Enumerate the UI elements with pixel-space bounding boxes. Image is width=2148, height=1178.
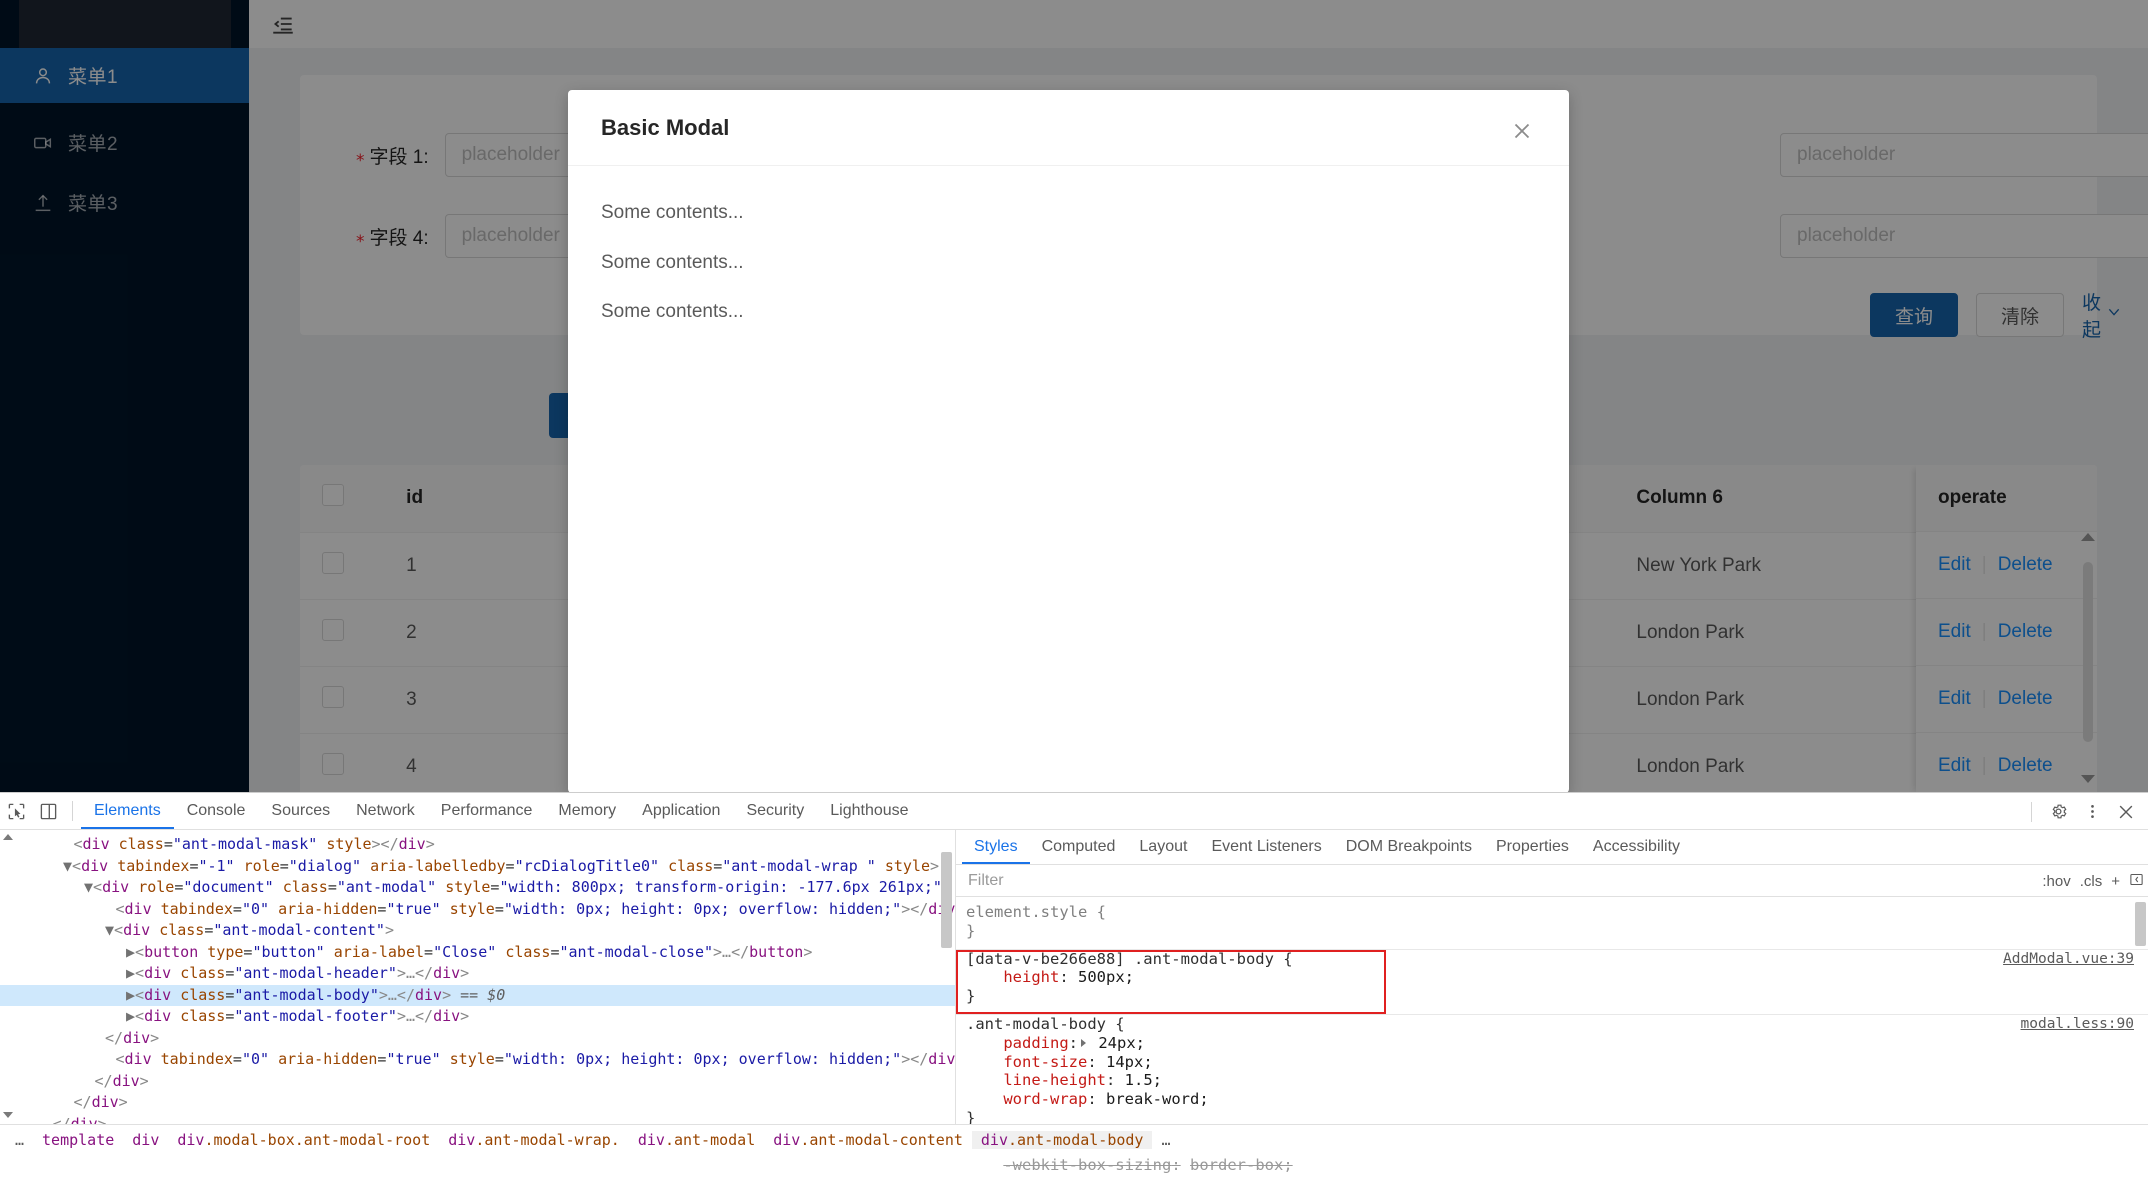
css-declaration[interactable]: -webkit-box-sizing: border-box; bbox=[966, 1156, 2148, 1175]
modal-body-line: Some contents... bbox=[601, 202, 744, 223]
close-icon[interactable] bbox=[2110, 797, 2142, 827]
dom-tree-line[interactable]: ▶<div class="ant-modal-header">…</div> bbox=[0, 963, 955, 985]
tab-elements[interactable]: Elements bbox=[81, 793, 174, 829]
tab-accessibility[interactable]: Accessibility bbox=[1581, 830, 1692, 864]
tab-sources[interactable]: Sources bbox=[258, 793, 343, 829]
css-rule[interactable]: modal.less:90 .ant-modal-body { padding: … bbox=[966, 1015, 2148, 1132]
styles-scrollbar[interactable] bbox=[2134, 900, 2147, 1127]
css-rule[interactable]: AddModal.vue:39 [data-v-be266e88] .ant-mo… bbox=[956, 949, 2148, 1014]
css-declaration[interactable]: height: 500px; bbox=[966, 968, 2148, 987]
elements-scroll-down-arrow[interactable] bbox=[3, 1112, 13, 1118]
more-vertical-icon[interactable] bbox=[2076, 797, 2108, 827]
dom-tree-line[interactable]: ▶<div class="ant-modal-footer">…</div> bbox=[0, 1006, 955, 1028]
device-toolbar-icon[interactable] bbox=[32, 796, 64, 826]
modal-header: Basic Modal bbox=[568, 90, 1569, 166]
new-style-rule-button[interactable]: + bbox=[2111, 873, 2120, 890]
tab-styles[interactable]: Styles bbox=[962, 830, 1030, 864]
css-rule[interactable]: element.style {} bbox=[966, 903, 2148, 945]
scrollbar-thumb[interactable] bbox=[941, 852, 952, 948]
css-rule-close: } bbox=[966, 921, 976, 940]
tab-performance[interactable]: Performance bbox=[428, 793, 546, 829]
css-declaration[interactable]: padding: 24px; bbox=[966, 1034, 2148, 1053]
css-rule-source-link[interactable]: AddModal.vue:39 bbox=[2003, 950, 2134, 969]
dom-tree-line[interactable]: <div tabindex="0" aria-hidden="true" sty… bbox=[0, 899, 956, 921]
scrollbar-thumb[interactable] bbox=[2135, 902, 2146, 946]
elements-scroll-up-arrow[interactable] bbox=[3, 834, 13, 840]
breadcrumb-item[interactable]: div bbox=[123, 1131, 168, 1149]
css-declaration[interactable]: line-height: 1.5; bbox=[966, 1071, 2148, 1090]
cls-toggle[interactable]: .cls bbox=[2080, 873, 2103, 890]
modal-title: Basic Modal bbox=[601, 114, 730, 140]
modal-body: Some contents... Some contents... Some c… bbox=[568, 166, 1569, 381]
styles-tabs: Styles Computed Layout Event Listeners D… bbox=[956, 830, 2148, 865]
tab-event-listeners[interactable]: Event Listeners bbox=[1199, 830, 1333, 864]
tab-layout[interactable]: Layout bbox=[1127, 830, 1199, 864]
styles-filter-row: Filter :hov .cls + bbox=[956, 865, 2148, 897]
inspect-element-icon[interactable] bbox=[0, 796, 32, 826]
tab-application[interactable]: Application bbox=[629, 793, 733, 829]
tab-computed[interactable]: Computed bbox=[1030, 830, 1128, 864]
dom-tree-line[interactable]: ▶<button type="button" aria-label="Close… bbox=[0, 942, 955, 964]
elements-scrollbar[interactable] bbox=[940, 830, 953, 1124]
dom-tree-line[interactable]: </div> bbox=[0, 1028, 955, 1050]
breadcrumb-item[interactable]: div.ant-modal bbox=[629, 1131, 764, 1149]
dom-tree-line[interactable]: ▼<div tabindex="-1" role="dialog" aria-l… bbox=[0, 856, 955, 878]
css-selector[interactable]: .ant-modal-body { bbox=[966, 1015, 2148, 1034]
dom-tree-line[interactable]: ▼<div class="ant-modal-content"> bbox=[0, 920, 955, 942]
dom-tree-line[interactable]: <div tabindex="0" aria-hidden="true" sty… bbox=[0, 1049, 956, 1071]
dom-breadcrumb[interactable]: … template div div.modal-box.ant-modal-root… bbox=[0, 1124, 2148, 1154]
toolbar-divider bbox=[2031, 801, 2032, 822]
tab-properties[interactable]: Properties bbox=[1484, 830, 1581, 864]
breadcrumb-item[interactable]: div.modal-box.ant-modal-root bbox=[168, 1131, 439, 1149]
styles-sidebar: Styles Computed Layout Event Listeners D… bbox=[955, 830, 2148, 1174]
basic-modal: Basic Modal Some contents... Some conten… bbox=[568, 90, 1569, 793]
breadcrumb-item[interactable]: div.ant-modal-content bbox=[764, 1131, 972, 1149]
styles-filter-tools: :hov .cls + bbox=[2042, 865, 2144, 897]
css-selector[interactable]: [data-v-be266e88] .ant-modal-body { bbox=[966, 950, 2148, 969]
breadcrumb-item[interactable]: div.ant-modal-body bbox=[971, 1130, 1153, 1149]
elements-tree-panel[interactable]: <div class="ant-modal-mask" style></div>… bbox=[0, 830, 955, 1124]
dom-tree-line[interactable]: </div> bbox=[0, 1092, 955, 1114]
hov-toggle[interactable]: :hov bbox=[2042, 873, 2070, 890]
breadcrumb-item[interactable]: template bbox=[33, 1131, 123, 1149]
dom-tree[interactable]: <div class="ant-modal-mask" style></div>… bbox=[0, 830, 955, 1124]
css-declaration[interactable]: font-size: 14px; bbox=[966, 1053, 2148, 1072]
tab-dom-breakpoints[interactable]: DOM Breakpoints bbox=[1334, 830, 1484, 864]
breadcrumb-item[interactable]: div.ant-modal-wrap. bbox=[439, 1131, 629, 1149]
close-icon[interactable] bbox=[1497, 106, 1547, 156]
computed-sidebar-toggle-icon[interactable] bbox=[2129, 872, 2144, 891]
dom-tree-line[interactable]: ▶<div class="ant-modal-body">…</div> == … bbox=[0, 984, 955, 1006]
toolbar-divider bbox=[72, 801, 73, 821]
tab-lighthouse[interactable]: Lighthouse bbox=[817, 793, 921, 829]
gear-icon[interactable] bbox=[2042, 797, 2074, 827]
modal-body-line: Some contents... bbox=[601, 251, 744, 273]
dom-tree-line[interactable]: <div class="ant-modal-mask" style></div> bbox=[0, 834, 955, 856]
css-rule-close: } bbox=[966, 987, 976, 1006]
modal-body-line: Some contents... bbox=[601, 301, 744, 322]
breadcrumb-item[interactable]: … bbox=[6, 1131, 33, 1149]
devtools-toolbar: Elements Console Sources Network Perform… bbox=[0, 793, 2148, 830]
breadcrumb-item[interactable]: … bbox=[1152, 1131, 1179, 1149]
tab-console[interactable]: Console bbox=[174, 793, 259, 829]
devtools-split: <div class="ant-modal-mask" style></div>… bbox=[0, 830, 2148, 1174]
css-rule-source-link[interactable]: modal.less:90 bbox=[2021, 1015, 2135, 1034]
dom-tree-line[interactable]: ▼<div role="document" class="ant-modal" … bbox=[0, 877, 955, 899]
tab-memory[interactable]: Memory bbox=[545, 793, 629, 829]
css-selector[interactable]: element.style { bbox=[966, 903, 2148, 922]
css-declaration[interactable]: word-wrap: break-word; bbox=[966, 1090, 2148, 1109]
dom-tree-line[interactable]: </div> bbox=[0, 1114, 955, 1125]
devtools-panel: Elements Console Sources Network Perform… bbox=[0, 792, 2148, 1174]
dom-tree-line[interactable]: </div> bbox=[0, 1071, 955, 1093]
styles-filter-input[interactable]: Filter bbox=[968, 872, 1004, 890]
tab-security[interactable]: Security bbox=[733, 793, 817, 829]
devtools-toolbar-right bbox=[2023, 793, 2142, 830]
tab-network[interactable]: Network bbox=[343, 793, 428, 829]
